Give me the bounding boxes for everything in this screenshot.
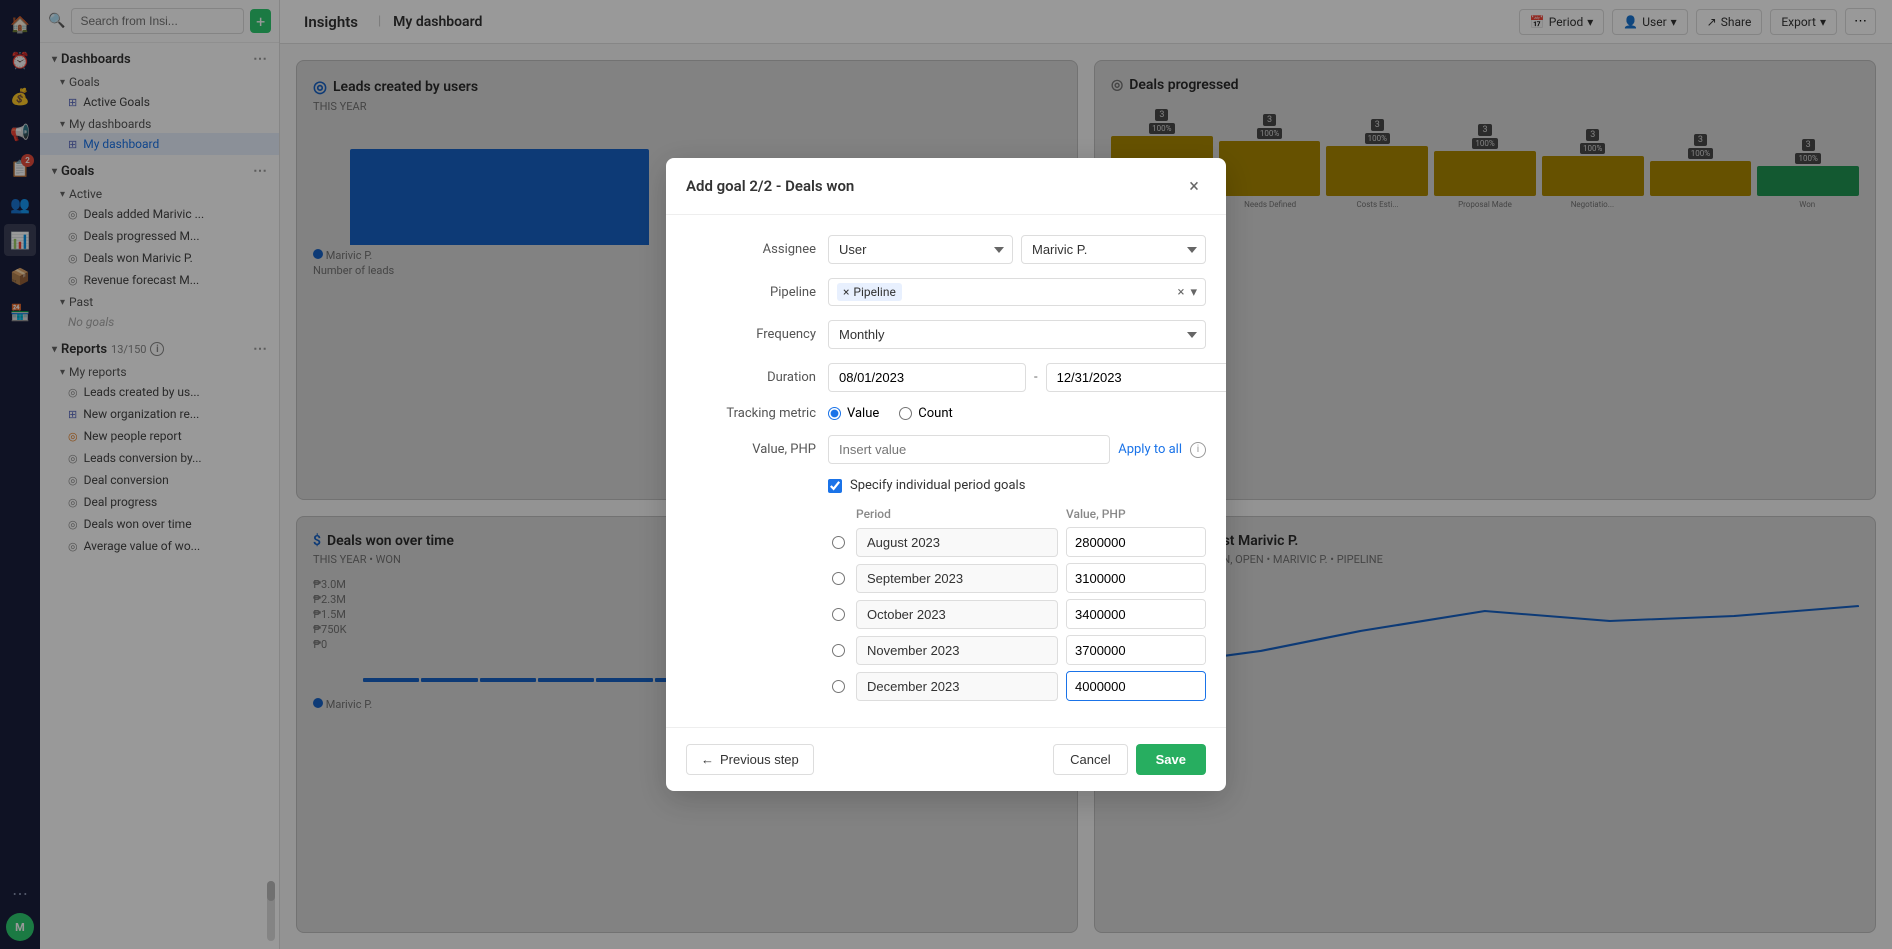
period-row-4: ▲ ▼ (828, 671, 1206, 701)
period-row-3: ▲ ▼ (828, 635, 1206, 665)
pipeline-tag: × Pipeline (837, 283, 902, 301)
modal-body: Assignee User Marivic P. Pipeline × Pipe (666, 215, 1226, 727)
frequency-select[interactable]: Monthly (828, 320, 1206, 349)
prev-step-label: Previous step (720, 752, 799, 767)
period-value-wrapper-2: ▲ ▼ (1066, 599, 1206, 629)
period-table-header: Period Value, PHP (828, 507, 1206, 521)
modal-footer: ← Previous step Cancel Save (666, 727, 1226, 791)
duration-start-input[interactable] (828, 363, 1026, 392)
pipeline-field[interactable]: × Pipeline × ▾ (828, 278, 1206, 306)
period-row-1: ▲ ▼ (828, 563, 1206, 593)
frequency-row: Frequency Monthly (686, 320, 1206, 349)
period-value-wrapper-0: ▲ ▼ (1066, 527, 1206, 557)
assignee-name-select[interactable]: Marivic P. (1021, 235, 1206, 264)
tracking-value-label: Value (847, 406, 879, 421)
specify-individual-row: Specify individual period goals (828, 478, 1206, 493)
tracking-value-radio[interactable] (828, 407, 841, 420)
period-radio-1[interactable] (832, 572, 845, 585)
value-col-header: Value, PHP (1066, 507, 1206, 521)
duration-end-input[interactable] (1046, 363, 1226, 392)
tracking-row: Tracking metric Value Count (686, 406, 1206, 421)
prev-arrow-icon: ← (701, 752, 714, 767)
value-input[interactable] (828, 435, 1110, 464)
add-goal-modal: Add goal 2/2 - Deals won × Assignee User… (666, 158, 1226, 791)
modal-close-button[interactable]: × (1182, 174, 1206, 198)
period-value-1[interactable] (1067, 565, 1206, 592)
date-separator: - (1034, 370, 1038, 385)
tracking-options: Value Count (828, 406, 953, 421)
period-col-header: Period (856, 507, 1058, 521)
period-value-wrapper-1: ▲ ▼ (1066, 563, 1206, 593)
assignee-type-select[interactable]: User (828, 235, 1013, 264)
prev-step-button[interactable]: ← Previous step (686, 744, 814, 775)
period-radio-0[interactable] (832, 536, 845, 549)
apply-to-all-button[interactable]: Apply to all (1118, 442, 1182, 457)
period-name-0 (856, 528, 1058, 557)
footer-actions: Cancel Save (1053, 744, 1206, 775)
period-name-4 (856, 672, 1058, 701)
period-value-wrapper-4: ▲ ▼ (1066, 671, 1206, 701)
period-name-3 (856, 636, 1058, 665)
modal-overlay: Add goal 2/2 - Deals won × Assignee User… (0, 0, 1892, 949)
pipeline-x-icon[interactable]: × (843, 285, 849, 299)
period-radio-3[interactable] (832, 644, 845, 657)
pipeline-clear-icon[interactable]: × (1178, 285, 1185, 300)
assignee-label: Assignee (686, 242, 816, 257)
pipeline-chevron-icon[interactable]: ▾ (1190, 285, 1197, 300)
value-info-icon[interactable]: i (1190, 442, 1206, 458)
period-name-2 (856, 600, 1058, 629)
tracking-count-radio[interactable] (899, 407, 912, 420)
assignee-inputs: User Marivic P. (828, 235, 1206, 264)
period-table: Period Value, PHP ▲ ▼ (828, 507, 1206, 701)
pipeline-label: Pipeline (686, 285, 816, 300)
frequency-label: Frequency (686, 327, 816, 342)
period-value-0[interactable] (1067, 529, 1206, 556)
value-php-label: Value, PHP (686, 442, 816, 457)
period-value-4[interactable] (1067, 673, 1206, 700)
duration-label: Duration (686, 370, 816, 385)
specify-individual-checkbox[interactable] (828, 479, 842, 493)
modal-header: Add goal 2/2 - Deals won × (666, 158, 1226, 215)
cancel-button[interactable]: Cancel (1053, 744, 1127, 775)
period-row-2: ▲ ▼ (828, 599, 1206, 629)
value-inputs: Apply to all i (828, 435, 1206, 464)
period-value-2[interactable] (1067, 601, 1206, 628)
tracking-count-option[interactable]: Count (899, 406, 952, 421)
specify-individual-label[interactable]: Specify individual period goals (850, 478, 1025, 493)
value-row: Value, PHP Apply to all i (686, 435, 1206, 464)
pipeline-row: Pipeline × Pipeline × ▾ (686, 278, 1206, 306)
period-name-1 (856, 564, 1058, 593)
tracking-label: Tracking metric (686, 406, 816, 421)
assignee-row: Assignee User Marivic P. (686, 235, 1206, 264)
period-value-wrapper-3: ▲ ▼ (1066, 635, 1206, 665)
period-value-3[interactable] (1067, 637, 1206, 664)
duration-row: Duration - × (686, 363, 1206, 392)
save-button[interactable]: Save (1136, 744, 1206, 775)
period-radio-4[interactable] (832, 680, 845, 693)
date-range: - × (828, 363, 1226, 392)
period-radio-2[interactable] (832, 608, 845, 621)
modal-title: Add goal 2/2 - Deals won (686, 177, 854, 195)
period-row-0: ▲ ▼ (828, 527, 1206, 557)
tracking-count-label: Count (918, 406, 952, 421)
tracking-value-option[interactable]: Value (828, 406, 879, 421)
pipeline-value: Pipeline (853, 285, 895, 299)
